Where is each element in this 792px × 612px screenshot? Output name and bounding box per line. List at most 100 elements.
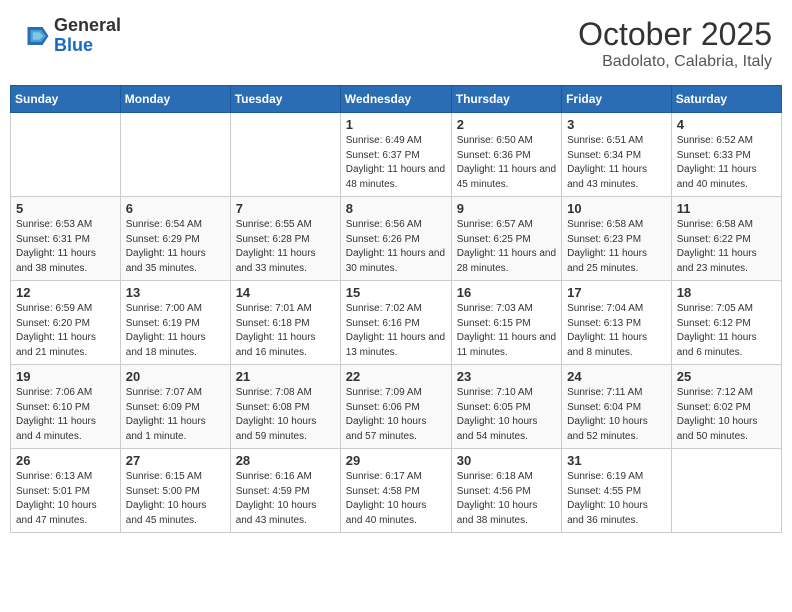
day-number: 4: [677, 117, 776, 132]
day-number: 11: [677, 201, 776, 216]
calendar-cell: 18 Sunrise: 7:05 AM Sunset: 6:12 PM Dayli…: [671, 281, 781, 365]
day-info: Sunrise: 6:16 AM Sunset: 4:59 PM Dayligh…: [236, 470, 335, 528]
calendar-header-row: SundayMondayTuesdayWednesdayThursdayFrid…: [11, 86, 782, 113]
day-number: 14: [236, 285, 335, 300]
day-info: Sunrise: 7:01 AM Sunset: 6:18 PM Dayligh…: [236, 302, 335, 360]
day-number: 23: [457, 369, 556, 384]
day-number: 3: [567, 117, 666, 132]
day-number: 28: [236, 453, 335, 468]
calendar-cell: 22 Sunrise: 7:09 AM Sunset: 6:06 PM Dayli…: [340, 365, 451, 449]
day-header-friday: Friday: [562, 86, 672, 113]
day-info: Sunrise: 6:54 AM Sunset: 6:29 PM Dayligh…: [126, 218, 225, 276]
calendar-cell: [11, 113, 121, 197]
day-info: Sunrise: 6:53 AM Sunset: 6:31 PM Dayligh…: [16, 218, 115, 276]
day-header-tuesday: Tuesday: [230, 86, 340, 113]
calendar-cell: 10 Sunrise: 6:58 AM Sunset: 6:23 PM Dayli…: [562, 197, 672, 281]
day-info: Sunrise: 7:12 AM Sunset: 6:02 PM Dayligh…: [677, 386, 776, 444]
calendar-cell: 21 Sunrise: 7:08 AM Sunset: 6:08 PM Dayli…: [230, 365, 340, 449]
day-info: Sunrise: 6:15 AM Sunset: 5:00 PM Dayligh…: [126, 470, 225, 528]
calendar-cell: 19Sunrise: 7:06 AM Sunset: 6:10 PM Dayli…: [11, 365, 121, 449]
month-title: October 2025: [578, 16, 772, 53]
calendar-cell: 17 Sunrise: 7:04 AM Sunset: 6:13 PM Dayli…: [562, 281, 672, 365]
day-number: 10: [567, 201, 666, 216]
day-number: 22: [346, 369, 446, 384]
calendar-week-4: 19Sunrise: 7:06 AM Sunset: 6:10 PM Dayli…: [11, 365, 782, 449]
day-info: Sunrise: 6:17 AM Sunset: 4:58 PM Dayligh…: [346, 470, 446, 528]
calendar-cell: 27 Sunrise: 6:15 AM Sunset: 5:00 PM Dayli…: [120, 449, 230, 533]
calendar-cell: 26Sunrise: 6:13 AM Sunset: 5:01 PM Dayli…: [11, 449, 121, 533]
logo-blue: Blue: [54, 36, 121, 56]
day-header-wednesday: Wednesday: [340, 86, 451, 113]
day-info: Sunrise: 7:07 AM Sunset: 6:09 PM Dayligh…: [126, 386, 225, 444]
day-info: Sunrise: 6:19 AM Sunset: 4:55 PM Dayligh…: [567, 470, 666, 528]
day-number: 31: [567, 453, 666, 468]
day-number: 13: [126, 285, 225, 300]
calendar-cell: [671, 449, 781, 533]
day-info: Sunrise: 7:10 AM Sunset: 6:05 PM Dayligh…: [457, 386, 556, 444]
calendar-cell: 16 Sunrise: 7:03 AM Sunset: 6:15 PM Dayli…: [451, 281, 561, 365]
logo: General Blue: [20, 16, 121, 56]
day-info: Sunrise: 7:08 AM Sunset: 6:08 PM Dayligh…: [236, 386, 335, 444]
calendar-cell: 20 Sunrise: 7:07 AM Sunset: 6:09 PM Dayli…: [120, 365, 230, 449]
calendar-cell: 30 Sunrise: 6:18 AM Sunset: 4:56 PM Dayli…: [451, 449, 561, 533]
calendar-week-1: 1 Sunrise: 6:49 AM Sunset: 6:37 PM Daylig…: [11, 113, 782, 197]
day-number: 30: [457, 453, 556, 468]
calendar-cell: 7Sunrise: 6:55 AM Sunset: 6:28 PM Daylig…: [230, 197, 340, 281]
day-info: Sunrise: 7:06 AM Sunset: 6:10 PM Dayligh…: [16, 386, 115, 444]
day-number: 8: [346, 201, 446, 216]
day-info: Sunrise: 6:51 AM Sunset: 6:34 PM Dayligh…: [567, 134, 666, 192]
day-info: Sunrise: 7:09 AM Sunset: 6:06 PM Dayligh…: [346, 386, 446, 444]
day-number: 20: [126, 369, 225, 384]
day-info: Sunrise: 6:52 AM Sunset: 6:33 PM Dayligh…: [677, 134, 776, 192]
day-number: 6: [126, 201, 225, 216]
day-header-thursday: Thursday: [451, 86, 561, 113]
day-info: Sunrise: 6:57 AM Sunset: 6:25 PM Dayligh…: [457, 218, 556, 276]
calendar-cell: 9 Sunrise: 6:57 AM Sunset: 6:25 PM Daylig…: [451, 197, 561, 281]
day-info: Sunrise: 7:02 AM Sunset: 6:16 PM Dayligh…: [346, 302, 446, 360]
day-number: 17: [567, 285, 666, 300]
day-info: Sunrise: 7:04 AM Sunset: 6:13 PM Dayligh…: [567, 302, 666, 360]
calendar-cell: 1 Sunrise: 6:49 AM Sunset: 6:37 PM Daylig…: [340, 113, 451, 197]
calendar-cell: 25Sunrise: 7:12 AM Sunset: 6:02 PM Dayli…: [671, 365, 781, 449]
calendar-cell: 29 Sunrise: 6:17 AM Sunset: 4:58 PM Dayli…: [340, 449, 451, 533]
day-number: 15: [346, 285, 446, 300]
day-number: 1: [346, 117, 446, 132]
day-number: 27: [126, 453, 225, 468]
day-header-monday: Monday: [120, 86, 230, 113]
calendar-cell: 8Sunrise: 6:56 AM Sunset: 6:26 PM Daylig…: [340, 197, 451, 281]
day-info: Sunrise: 6:59 AM Sunset: 6:20 PM Dayligh…: [16, 302, 115, 360]
day-number: 12: [16, 285, 115, 300]
calendar-cell: 14 Sunrise: 7:01 AM Sunset: 6:18 PM Dayli…: [230, 281, 340, 365]
day-info: Sunrise: 7:03 AM Sunset: 6:15 PM Dayligh…: [457, 302, 556, 360]
day-info: Sunrise: 6:18 AM Sunset: 4:56 PM Dayligh…: [457, 470, 556, 528]
calendar-week-2: 5 Sunrise: 6:53 AM Sunset: 6:31 PM Daylig…: [11, 197, 782, 281]
day-number: 5: [16, 201, 115, 216]
day-number: 9: [457, 201, 556, 216]
day-number: 18: [677, 285, 776, 300]
day-header-saturday: Saturday: [671, 86, 781, 113]
day-info: Sunrise: 6:58 AM Sunset: 6:22 PM Dayligh…: [677, 218, 776, 276]
calendar-cell: 6 Sunrise: 6:54 AM Sunset: 6:29 PM Daylig…: [120, 197, 230, 281]
calendar-table: SundayMondayTuesdayWednesdayThursdayFrid…: [10, 85, 782, 533]
day-header-sunday: Sunday: [11, 86, 121, 113]
page-header: General Blue October 2025 Badolato, Cala…: [10, 10, 782, 77]
day-number: 29: [346, 453, 446, 468]
day-number: 26: [16, 453, 115, 468]
day-number: 16: [457, 285, 556, 300]
day-info: Sunrise: 6:58 AM Sunset: 6:23 PM Dayligh…: [567, 218, 666, 276]
day-info: Sunrise: 6:49 AM Sunset: 6:37 PM Dayligh…: [346, 134, 446, 192]
calendar-cell: [230, 113, 340, 197]
logo-general: General: [54, 16, 121, 36]
day-info: Sunrise: 7:05 AM Sunset: 6:12 PM Dayligh…: [677, 302, 776, 360]
day-number: 21: [236, 369, 335, 384]
day-info: Sunrise: 7:11 AM Sunset: 6:04 PM Dayligh…: [567, 386, 666, 444]
logo-icon: [20, 21, 50, 51]
calendar-cell: 11 Sunrise: 6:58 AM Sunset: 6:22 PM Dayli…: [671, 197, 781, 281]
day-number: 2: [457, 117, 556, 132]
calendar-cell: 4 Sunrise: 6:52 AM Sunset: 6:33 PM Daylig…: [671, 113, 781, 197]
calendar-cell: 3 Sunrise: 6:51 AM Sunset: 6:34 PM Daylig…: [562, 113, 672, 197]
calendar-cell: 12 Sunrise: 6:59 AM Sunset: 6:20 PM Dayli…: [11, 281, 121, 365]
location-title: Badolato, Calabria, Italy: [578, 53, 772, 71]
calendar-week-3: 12 Sunrise: 6:59 AM Sunset: 6:20 PM Dayli…: [11, 281, 782, 365]
day-info: Sunrise: 7:00 AM Sunset: 6:19 PM Dayligh…: [126, 302, 225, 360]
